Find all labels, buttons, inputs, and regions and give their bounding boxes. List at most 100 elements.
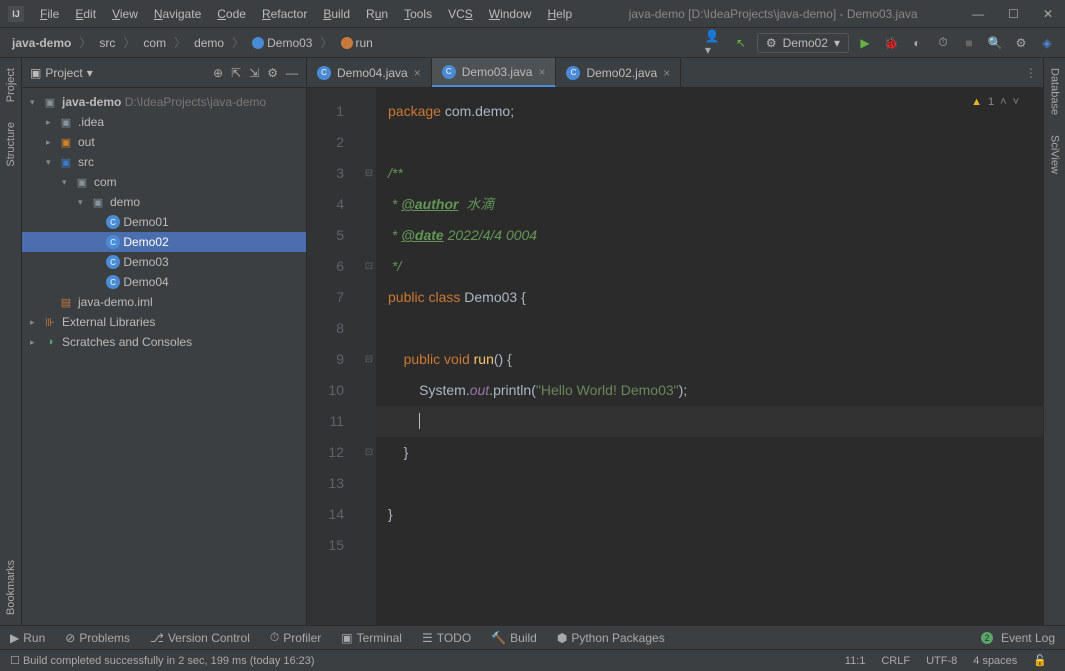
side-tab-bookmarks[interactable]: Bookmarks <box>3 550 19 625</box>
hide-icon[interactable]: — <box>286 66 298 80</box>
search-icon[interactable]: 🔍 <box>985 33 1005 53</box>
tree-class-item[interactable]: C Demo03 <box>22 252 306 272</box>
side-tab-database[interactable]: Database <box>1047 58 1063 125</box>
editor-body[interactable]: 123 456 789 101112 131415 ⊟⊡⊟⊡ package c… <box>307 88 1043 625</box>
menu-tools[interactable]: Tools <box>398 5 438 23</box>
analysis-indicator[interactable]: ▲ 1 ˄ ˅ <box>971 96 1019 108</box>
bottom-tool-bar: ▶Run ⊘Problems ⎇Version Control ⏱Profile… <box>0 625 1065 649</box>
maximize-button[interactable]: ☐ <box>1004 7 1023 21</box>
stop-button[interactable]: ■ <box>959 33 979 53</box>
menu-build[interactable]: Build <box>317 5 356 23</box>
profiler-button[interactable]: ⏱ <box>933 33 953 53</box>
code-content[interactable]: package com.demo; /** * @author 水滴 * @da… <box>376 88 1043 625</box>
chevron-down-icon[interactable]: ˅ <box>1013 96 1019 108</box>
status-indent[interactable]: 4 spaces <box>965 655 1025 667</box>
tree-folder[interactable]: ▾ ▣ com <box>22 172 306 192</box>
status-line-separator[interactable]: CRLF <box>873 655 918 667</box>
settings-icon[interactable]: ⚙ <box>1011 33 1031 53</box>
editor-tabs: C Demo04.java × C Demo03.java × C Demo02… <box>307 58 1043 88</box>
breadcrumb-item[interactable]: com <box>139 34 170 52</box>
right-tool-gutter: Database SciView <box>1043 58 1065 625</box>
menu-navigate[interactable]: Navigate <box>148 5 207 23</box>
run-button[interactable]: ▶ <box>855 33 875 53</box>
class-icon: C <box>106 255 120 269</box>
close-tab-icon[interactable]: × <box>414 66 421 80</box>
menu-window[interactable]: Window <box>483 5 538 23</box>
collapse-icon[interactable]: ⇲ <box>249 66 259 80</box>
close-tab-icon[interactable]: × <box>538 65 545 79</box>
back-icon[interactable]: ↖ <box>731 33 751 53</box>
run-config-icon: ⚙ <box>766 36 777 50</box>
menu-refactor[interactable]: Refactor <box>256 5 313 23</box>
menubar: File Edit View Navigate Code Refactor Bu… <box>34 5 578 23</box>
side-tab-sciview[interactable]: SciView <box>1047 125 1063 184</box>
project-tree[interactable]: ▾ ▣ java-demo D:\IdeaProjects\java-demo … <box>22 88 306 625</box>
tree-class-item[interactable]: C Demo02 <box>22 232 306 252</box>
breadcrumb-item[interactable]: java-demo <box>8 34 75 52</box>
status-encoding[interactable]: UTF-8 <box>918 655 965 667</box>
ide-features-icon[interactable]: ◈ <box>1037 33 1057 53</box>
side-tab-structure[interactable]: Structure <box>3 112 19 177</box>
status-lock-icon[interactable]: 🔓 <box>1025 654 1055 667</box>
panel-header: ▣ Project ▾ ⊕ ⇱ ⇲ ⚙ — <box>22 58 306 88</box>
tree-folder[interactable]: ▸ ▣ out <box>22 132 306 152</box>
expand-icon[interactable]: ⇱ <box>231 66 241 80</box>
nav-tools: 👤▾ ↖ ⚙ Demo02 ▾ ▶ 🐞 ◐ ⏱ ■ 🔍 ⚙ ◈ <box>705 33 1057 53</box>
settings-icon[interactable]: ⚙ <box>267 66 278 80</box>
tree-root[interactable]: ▾ ▣ java-demo D:\IdeaProjects\java-demo <box>22 92 306 112</box>
tree-folder[interactable]: ▸ ▣ .idea <box>22 112 306 132</box>
breadcrumb-item[interactable]: run <box>337 34 377 52</box>
tool-run[interactable]: ▶Run <box>10 631 45 645</box>
menu-edit[interactable]: Edit <box>69 5 102 23</box>
tree-class-item[interactable]: C Demo01 <box>22 212 306 232</box>
tree-scratches[interactable]: ▸ ◑ Scratches and Consoles <box>22 332 306 352</box>
tool-python-packages[interactable]: ⬢Python Packages <box>557 631 665 645</box>
side-tab-project[interactable]: Project <box>3 58 19 112</box>
tool-version-control[interactable]: ⎇Version Control <box>150 631 250 645</box>
breadcrumb-item[interactable]: Demo03 <box>248 34 316 52</box>
breadcrumb-item[interactable]: demo <box>190 34 228 52</box>
breadcrumb-item[interactable]: src <box>95 34 119 52</box>
coverage-button[interactable]: ◐ <box>907 33 927 53</box>
tool-event-log[interactable]: 2Event Log <box>981 631 1055 645</box>
window-controls: — ☐ ✕ <box>968 7 1057 21</box>
navbar: java-demo〉 src〉 com〉 demo〉 Demo03〉 run 👤… <box>0 28 1065 58</box>
minimize-button[interactable]: — <box>968 7 988 21</box>
editor-tab[interactable]: C Demo03.java × <box>432 58 557 87</box>
menu-run[interactable]: Run <box>360 5 394 23</box>
folder-icon: ▣ <box>58 135 74 149</box>
tool-build[interactable]: 🔨Build <box>491 631 537 645</box>
fold-gutter[interactable]: ⊟⊡⊟⊡ <box>362 88 376 625</box>
editor-tab[interactable]: C Demo04.java × <box>307 58 432 87</box>
problems-icon: ⊘ <box>65 631 75 645</box>
folder-icon: ▣ <box>30 66 41 80</box>
menu-view[interactable]: View <box>106 5 144 23</box>
tool-terminal[interactable]: ▣Terminal <box>341 631 402 645</box>
class-icon: C <box>442 65 456 79</box>
editor-tab[interactable]: C Demo02.java × <box>556 58 681 87</box>
close-button[interactable]: ✕ <box>1039 7 1057 21</box>
menu-vcs[interactable]: VCS <box>442 5 479 23</box>
chevron-up-icon[interactable]: ˄ <box>1000 96 1006 108</box>
menu-help[interactable]: Help <box>541 5 578 23</box>
tree-class-item[interactable]: C Demo04 <box>22 272 306 292</box>
menu-code[interactable]: Code <box>211 5 252 23</box>
tree-folder[interactable]: ▾ ▣ demo <box>22 192 306 212</box>
close-tab-icon[interactable]: × <box>663 66 670 80</box>
tool-todo[interactable]: ☰TODO <box>422 631 471 645</box>
tree-external-libraries[interactable]: ▸ ⊪ External Libraries <box>22 312 306 332</box>
menu-file[interactable]: File <box>34 5 65 23</box>
tree-file-item[interactable]: ▤ java-demo.iml <box>22 292 306 312</box>
tool-profiler[interactable]: ⏱Profiler <box>270 630 321 645</box>
panel-title[interactable]: ▣ Project ▾ <box>30 66 93 80</box>
user-icon[interactable]: 👤▾ <box>705 33 725 53</box>
tool-problems[interactable]: ⊘Problems <box>65 631 130 645</box>
status-cursor-position[interactable]: 11:1 <box>837 655 874 667</box>
run-configuration-select[interactable]: ⚙ Demo02 ▾ <box>757 33 849 53</box>
select-file-icon[interactable]: ⊕ <box>213 66 223 80</box>
status-menu-icon[interactable]: ☐ <box>10 654 20 667</box>
scratches-icon: ◑ <box>42 335 58 349</box>
tabs-menu-icon[interactable]: ⋮ <box>1019 58 1043 87</box>
tree-folder[interactable]: ▾ ▣ src <box>22 152 306 172</box>
debug-button[interactable]: 🐞 <box>881 33 901 53</box>
